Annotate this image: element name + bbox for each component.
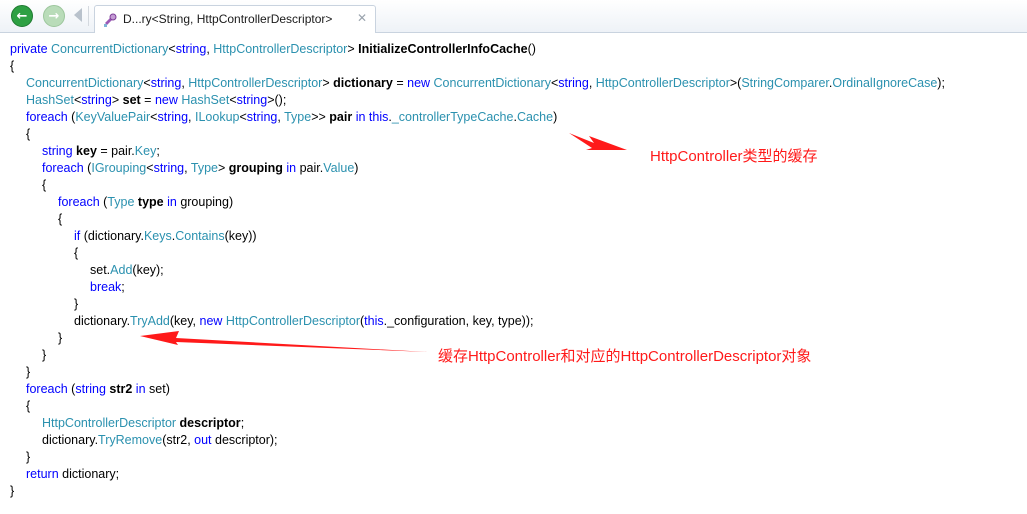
annotation-descriptor-cache: 缓存HttpController和对应的HttpControllerDescri… bbox=[438, 348, 812, 365]
annotation-controller-type-cache: HttpController类型的缓存 bbox=[650, 148, 818, 165]
annotation-arrows bbox=[140, 133, 627, 352]
annotation-arrow-1 bbox=[569, 133, 627, 150]
annotation-arrow-2 bbox=[140, 331, 428, 352]
